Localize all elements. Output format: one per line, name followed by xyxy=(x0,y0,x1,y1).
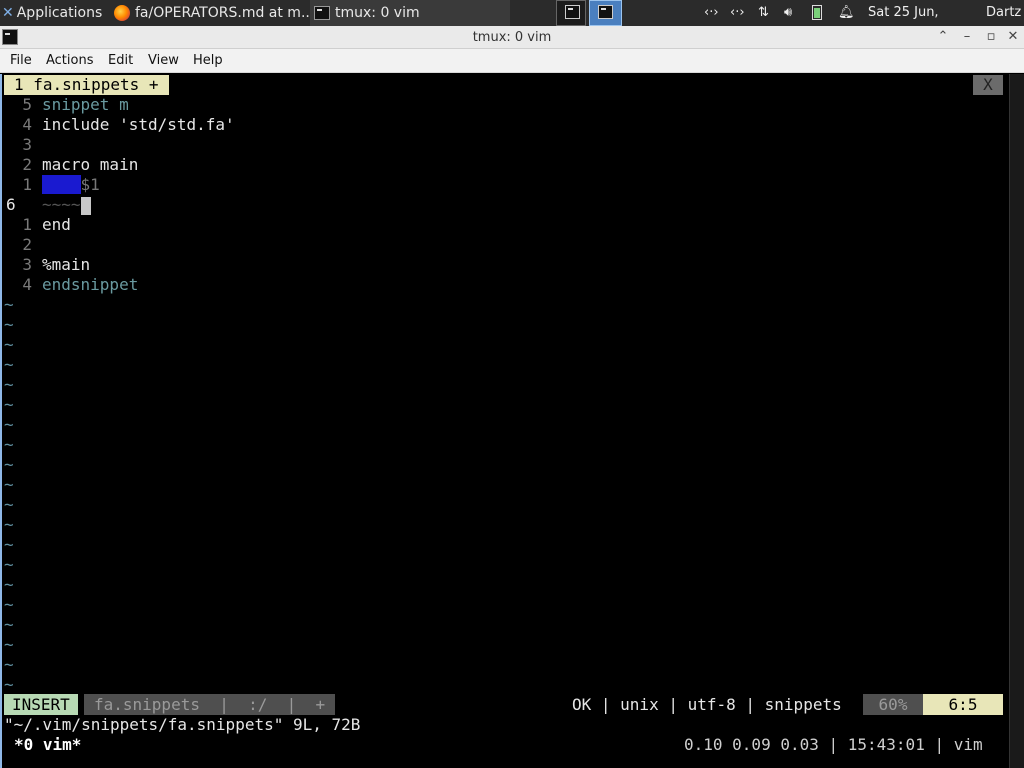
line-text: include 'std/std.fa' xyxy=(42,115,235,134)
vim-tab[interactable]: 1 fa.snippets + xyxy=(4,75,169,95)
menu-file[interactable]: File xyxy=(10,49,32,73)
terminal-icon xyxy=(598,5,613,19)
line-number: 1 xyxy=(22,175,32,194)
taskbar-terminal-label: tmux: 0 vim xyxy=(335,5,420,21)
code-line[interactable]: 1 end xyxy=(4,215,71,235)
tmux-status-right: 0.10 0.09 0.03 | 15:43:01 | vim xyxy=(684,735,983,754)
line-number: 4 xyxy=(22,275,32,294)
empty-line-tilde: ~ xyxy=(4,475,14,494)
status-filename: fa.snippets | :/ | + xyxy=(84,694,336,715)
status-percent: 60% xyxy=(863,694,923,715)
tmux-window-list[interactable]: *0 vim* xyxy=(14,735,81,755)
empty-line-tilde: ~ xyxy=(4,415,14,434)
window-title: tmux: 0 vim xyxy=(472,30,552,45)
mode-indicator: INSERT xyxy=(4,694,78,715)
line-number: 3 xyxy=(22,255,32,274)
empty-line-tilde: ~ xyxy=(4,675,14,694)
empty-line-tilde: ~ xyxy=(4,595,14,614)
clock[interactable]: Sat 25 Jun, 15:43 xyxy=(868,0,980,46)
battery-icon[interactable] xyxy=(812,0,822,26)
bell-icon[interactable]: 🔔︎ xyxy=(838,0,855,26)
applications-menu[interactable]: ✕Applications ≡ xyxy=(0,0,108,26)
selection-highlight xyxy=(42,175,81,194)
code-line[interactable]: 3 %main xyxy=(4,255,90,275)
terminal-area[interactable]: 1 fa.snippets + X 5 snippet m 4 include 's… xyxy=(0,74,1024,768)
empty-line-tilde: ~ xyxy=(4,455,14,474)
vim-tabline: 1 fa.snippets + X xyxy=(2,75,1007,95)
empty-line-tilde: ~ xyxy=(4,655,14,674)
line-number: 3 xyxy=(22,135,32,154)
status-cursor-position: 6:5 xyxy=(923,694,1003,715)
line-number: 1 xyxy=(22,215,32,234)
terminal-icon xyxy=(314,6,330,20)
line-text: ~~~~ xyxy=(42,195,81,214)
menu-edit[interactable]: Edit xyxy=(108,49,133,73)
maximize-button[interactable]: ▫ xyxy=(982,28,1000,46)
empty-line-tilde: ~ xyxy=(4,295,14,314)
menu-actions[interactable]: Actions xyxy=(46,49,94,73)
xfce-logo-icon: ✕ xyxy=(2,5,14,21)
line-text: $1 xyxy=(80,175,100,194)
line-number: 6 xyxy=(6,195,16,214)
empty-line-tilde: ~ xyxy=(4,355,14,374)
line-number: 4 xyxy=(22,115,32,134)
vim-message-line: "~/.vim/snippets/fa.snippets" 9L, 72B xyxy=(4,715,361,734)
volume-icon[interactable]: 🔊︎ xyxy=(784,0,792,26)
close-window-button[interactable]: ✕ xyxy=(1004,28,1022,46)
empty-line-tilde: ~ xyxy=(4,335,14,354)
empty-line-tilde: ~ xyxy=(4,555,14,574)
line-text: endsnippet xyxy=(42,275,139,294)
code-line[interactable]: 4 endsnippet xyxy=(4,275,138,295)
menu-help[interactable]: Help xyxy=(193,49,223,73)
text-cursor xyxy=(80,196,91,215)
code-line[interactable]: 5 snippet m xyxy=(4,95,129,115)
empty-line-tilde: ~ xyxy=(4,395,14,414)
code-line[interactable]: 3 xyxy=(4,135,42,155)
applications-label: Applications xyxy=(16,5,103,21)
minimize-button[interactable]: – xyxy=(958,28,976,46)
code-line[interactable]: 4 include 'std/std.fa' xyxy=(4,115,235,135)
taskbar-browser-label: fa/OPERATORS.md at m... xyxy=(135,5,310,21)
line-text: macro main xyxy=(42,155,139,174)
vim-tab-close-button[interactable]: X xyxy=(973,75,1003,95)
empty-line-tilde: ~ xyxy=(4,315,14,334)
workspace-1-button[interactable] xyxy=(556,0,586,26)
empty-line-tilde: ~ xyxy=(4,495,14,514)
terminal-icon xyxy=(565,5,580,19)
menubar: File Actions Edit View Help xyxy=(0,49,1024,73)
window-titlebar[interactable]: tmux: 0 vim ⌃ – ▫ ✕ xyxy=(0,26,1024,49)
workspace-2-button[interactable] xyxy=(589,0,622,26)
tmux-statusline: *0 vim* 0.10 0.09 0.03 | 15:43:01 | vim xyxy=(2,735,1007,755)
line-text: end xyxy=(42,215,71,234)
line-text: snippet m xyxy=(42,95,129,114)
line-number: 2 xyxy=(22,235,32,254)
empty-line-tilde: ~ xyxy=(4,535,14,554)
network-left-right-icon[interactable]: ‹·› xyxy=(730,0,745,26)
line-text: %main xyxy=(42,255,91,274)
empty-line-tilde: ~ xyxy=(4,375,14,394)
code-line-current[interactable]: 6 ~~~~ xyxy=(4,195,91,215)
empty-line-tilde: ~ xyxy=(4,435,14,454)
vim-statusline: INSERT fa.snippets | :/ | + OK | unix | … xyxy=(2,694,1007,715)
firefox-icon xyxy=(114,5,130,21)
code-line[interactable]: 2 macro main xyxy=(4,155,138,175)
taskbar-item-terminal[interactable]: tmux: 0 vim xyxy=(310,0,510,26)
terminal-scrollbar[interactable] xyxy=(1009,74,1024,768)
line-number: 2 xyxy=(22,155,32,174)
user-menu[interactable]: Dartz xyxy=(986,0,1024,26)
menu-view[interactable]: View xyxy=(148,49,179,73)
code-line[interactable]: 2 xyxy=(4,235,42,255)
line-number: 5 xyxy=(22,95,32,114)
empty-line-tilde: ~ xyxy=(4,515,14,534)
empty-line-tilde: ~ xyxy=(4,635,14,654)
status-file-info: OK | unix | utf-8 | snippets xyxy=(572,695,842,714)
taskbar-item-browser[interactable]: fa/OPERATORS.md at m... xyxy=(110,0,310,26)
empty-line-tilde: ~ xyxy=(4,575,14,594)
chevron-up-icon[interactable]: ⌃ xyxy=(934,28,952,46)
network-left-right-icon[interactable]: ‹·› xyxy=(704,0,719,26)
empty-line-tilde: ~ xyxy=(4,615,14,634)
top-panel: ✕Applications ≡ fa/OPERATORS.md at m... … xyxy=(0,0,1024,46)
updown-arrows-icon[interactable]: ⇅ xyxy=(758,0,769,26)
code-line[interactable]: 1 $1 xyxy=(4,175,100,195)
